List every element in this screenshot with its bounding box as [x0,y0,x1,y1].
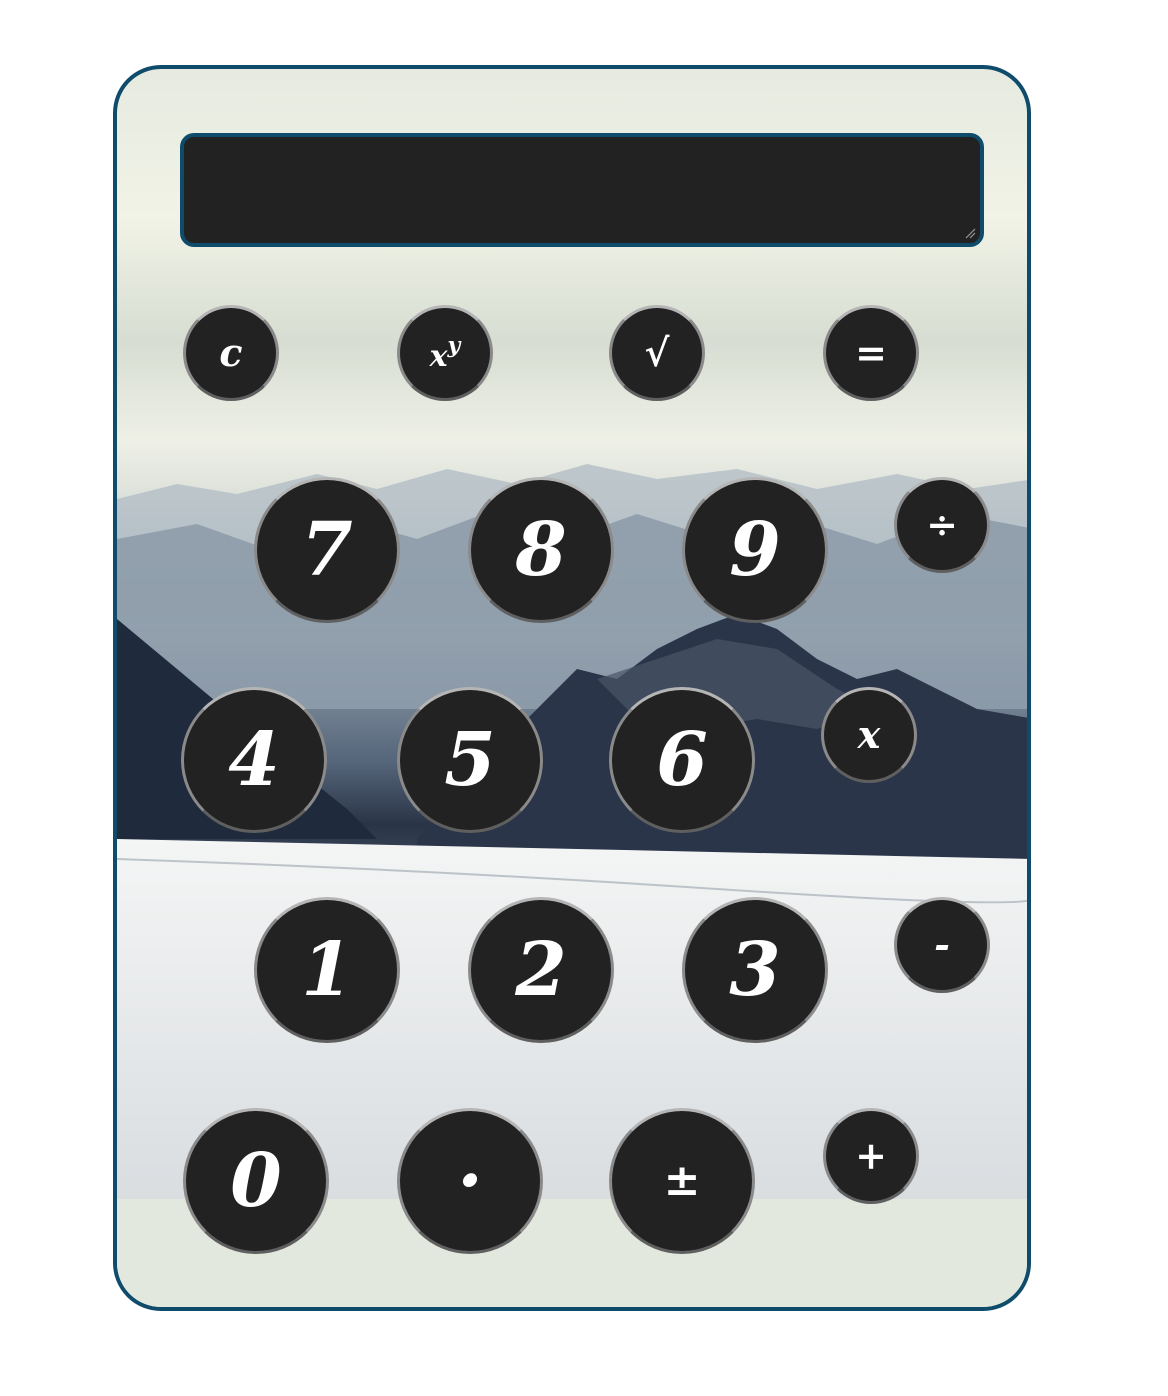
digit-8-label: 8 [515,507,567,593]
digit-2-label: 2 [515,927,567,1013]
divide-button[interactable]: ÷ [894,477,990,573]
digit-7-label: 7 [301,507,353,593]
power-button[interactable]: xy [397,305,493,401]
digit-3-label: 3 [729,927,781,1013]
multiply-button[interactable]: x [821,687,917,783]
decimal-button[interactable]: · [397,1108,543,1254]
digit-0-label: 0 [230,1138,282,1224]
digit-6-button[interactable]: 6 [609,687,755,833]
multiply-label: x [857,712,881,757]
equals-label: = [855,330,887,375]
digit-5-label: 5 [444,717,496,803]
digit-8-button[interactable]: 8 [468,477,614,623]
negate-label: ± [663,1155,701,1206]
digit-0-button[interactable]: 0 [183,1108,329,1254]
negate-button[interactable]: ± [609,1108,755,1254]
digit-3-button[interactable]: 3 [682,897,828,1043]
digit-1-label: 1 [301,927,353,1013]
clear-label: c [219,330,243,375]
digit-4-button[interactable]: 4 [181,687,327,833]
add-button[interactable]: + [823,1108,919,1204]
subtract-button[interactable]: - [894,897,990,993]
sqrt-button[interactable]: √ [609,305,705,401]
add-label: + [855,1133,887,1178]
digit-7-button[interactable]: 7 [254,477,400,623]
digit-2-button[interactable]: 2 [468,897,614,1043]
subtract-label: - [934,922,950,967]
divide-label: ÷ [926,502,958,547]
digit-5-button[interactable]: 5 [397,687,543,833]
digit-6-label: 6 [656,717,708,803]
calculator-display[interactable] [180,133,984,247]
digit-4-label: 4 [228,717,280,803]
digit-1-button[interactable]: 1 [254,897,400,1043]
power-label: xy [429,332,461,374]
equals-button[interactable]: = [823,305,919,401]
digit-9-button[interactable]: 9 [682,477,828,623]
resize-grip-icon[interactable] [964,227,976,239]
calculator-frame: c xy √ = 7 8 9 ÷ 4 5 6 x 1 2 3 - 0 · ± + [113,65,1031,1311]
digit-9-label: 9 [729,507,781,593]
clear-button[interactable]: c [183,305,279,401]
decimal-label: · [457,1138,483,1224]
sqrt-label: √ [644,330,670,375]
